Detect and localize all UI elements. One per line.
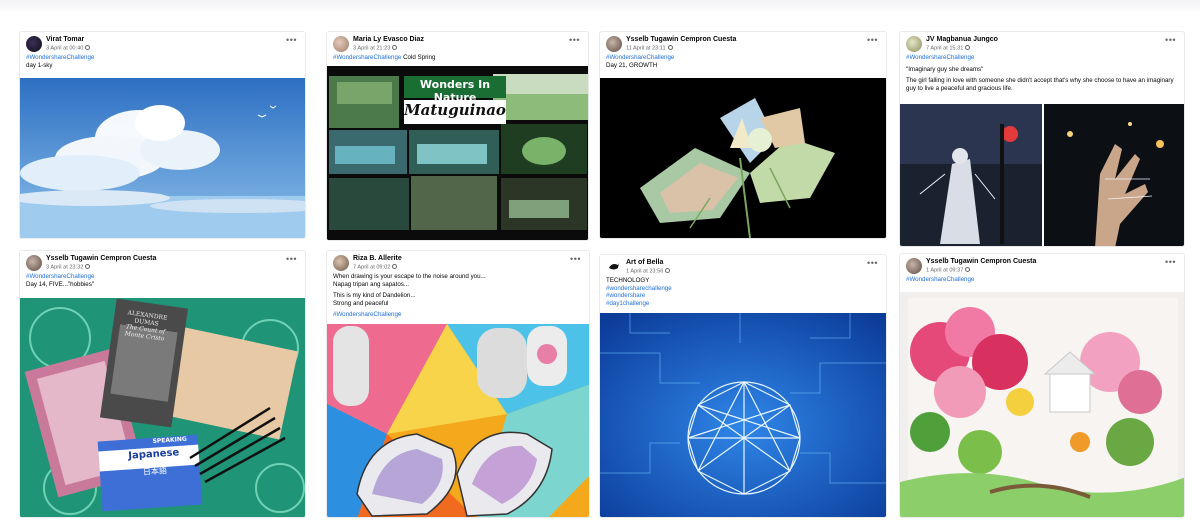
post-text: Cold Spring	[401, 54, 436, 61]
post-text: Day 14, FIVE..."hobbies"	[26, 280, 95, 288]
book2-title: SPEAKING Japanese 日本語	[127, 435, 188, 477]
globe-icon	[392, 45, 398, 50]
post-time[interactable]: 1 April at 23:56	[626, 269, 663, 275]
image-subtitle: Matuguinao	[404, 101, 506, 119]
post-text: Napag tripan ang sapatos...	[333, 280, 410, 288]
post-time[interactable]: 11 April at 23:11	[626, 46, 666, 52]
post-text: Strong and peaceful	[333, 299, 389, 307]
post-text: This is my kind of Dandelion...	[333, 292, 416, 300]
post-author[interactable]: JV Magbanua Jungco	[926, 36, 998, 43]
more-options-button[interactable]: •••	[867, 35, 878, 45]
hashtag-link[interactable]: #WondershareChallenge	[26, 54, 299, 62]
globe-icon	[85, 45, 91, 50]
more-options-button[interactable]: •••	[1165, 35, 1176, 45]
avatar[interactable]	[26, 36, 42, 52]
avatar[interactable]	[333, 36, 349, 52]
post-time[interactable]: 3 April at 23:32	[46, 265, 83, 271]
hashtag-link[interactable]: #WondershareChallenge	[333, 311, 583, 319]
hashtag-link[interactable]: #day1challenge	[606, 300, 880, 308]
avatar[interactable]	[26, 255, 42, 271]
post-image[interactable]	[600, 78, 886, 238]
post-image[interactable]	[20, 78, 305, 238]
globe-icon	[965, 267, 971, 272]
more-options-button[interactable]: •••	[286, 35, 297, 45]
post-author[interactable]: Ysselb Tugawin Cempron Cuesta	[926, 258, 1036, 265]
post-text: The girl falling in love with someone sh…	[906, 77, 1174, 92]
avatar[interactable]	[606, 36, 622, 52]
hashtag-link[interactable]: #wondersharechallenge	[606, 285, 880, 293]
avatar[interactable]	[606, 259, 622, 275]
more-options-button[interactable]: •••	[569, 35, 580, 45]
post-image[interactable]	[600, 313, 886, 517]
top-shadow	[0, 0, 1200, 14]
globe-icon	[665, 268, 671, 273]
hashtag-link[interactable]: #WondershareChallenge	[906, 276, 1178, 284]
post-author[interactable]: Art of Bella	[626, 259, 663, 266]
globe-icon	[667, 45, 673, 50]
post-image[interactable]: Wonders In Nature Matuguinao	[327, 66, 588, 240]
post-image[interactable]: ALEXANDRE DUMAS The Count of Monte Crist…	[20, 298, 305, 517]
hashtag-link[interactable]: #WondershareChallenge	[606, 54, 880, 62]
post-time[interactable]: 7 April at 15:31	[926, 46, 963, 52]
hashtag-link[interactable]: #WondershareChallenge	[906, 54, 1178, 62]
more-options-button[interactable]: •••	[570, 254, 581, 264]
avatar[interactable]	[906, 258, 922, 274]
post-card: Virat Tomar 3 April at 00:40 ••• #Wonder…	[19, 31, 306, 239]
post-card: Ysselb Tugawin Cempron Cuesta 3 April at…	[19, 250, 306, 518]
post-card: JV Magbanua Jungco 7 April at 15:31 ••• …	[899, 31, 1185, 247]
post-author[interactable]: Maria Ly Evasco Diaz	[353, 36, 424, 43]
post-image[interactable]	[900, 292, 1184, 517]
post-text: day 1-sky	[26, 61, 53, 69]
post-card: Riza B. Allerite 7 April at 09:02 ••• Wh…	[326, 250, 590, 518]
post-text: TECHNOLOGY	[606, 277, 650, 284]
post-text: Day 21, GROWTH	[606, 61, 658, 69]
post-card: Ysselb Tugawin Cempron Cuesta 11 April a…	[599, 31, 887, 239]
post-time[interactable]: 1 April at 09:37	[926, 268, 963, 274]
hashtag-link[interactable]: #wondershare	[606, 292, 880, 300]
post-time[interactable]: 7 April at 09:02	[353, 265, 390, 271]
post-card: Maria Ly Evasco Diaz 3 April at 21:23 ••…	[326, 31, 589, 241]
avatar[interactable]	[906, 36, 922, 52]
post-card: Ysselb Tugawin Cempron Cuesta 1 April at…	[899, 253, 1185, 518]
post-image[interactable]	[327, 324, 589, 517]
post-text: When drawing is your escape to the noise…	[333, 273, 486, 280]
globe-icon	[965, 45, 971, 50]
globe-icon	[392, 264, 398, 269]
post-author[interactable]: Riza B. Allerite	[353, 255, 402, 262]
post-time[interactable]: 3 April at 00:40	[46, 46, 83, 52]
post-card: Art of Bella 1 April at 23:56 ••• TECHNO…	[599, 254, 887, 518]
post-author[interactable]: Ysselb Tugawin Cempron Cuesta	[626, 36, 736, 43]
globe-icon	[85, 264, 91, 269]
hashtag-link[interactable]: #WondershareChallenge	[333, 54, 401, 61]
post-text: "Imaginary guy she dreams"	[906, 65, 984, 73]
post-author[interactable]: Virat Tomar	[46, 36, 84, 43]
avatar[interactable]	[333, 255, 349, 271]
post-author[interactable]: Ysselb Tugawin Cempron Cuesta	[46, 255, 156, 262]
post-image[interactable]	[900, 104, 1184, 246]
more-options-button[interactable]: •••	[286, 254, 297, 264]
hashtag-link[interactable]: #WondershareChallenge	[26, 273, 299, 281]
post-time[interactable]: 3 April at 21:23	[353, 46, 390, 52]
more-options-button[interactable]: •••	[1165, 257, 1176, 267]
more-options-button[interactable]: •••	[867, 258, 878, 268]
